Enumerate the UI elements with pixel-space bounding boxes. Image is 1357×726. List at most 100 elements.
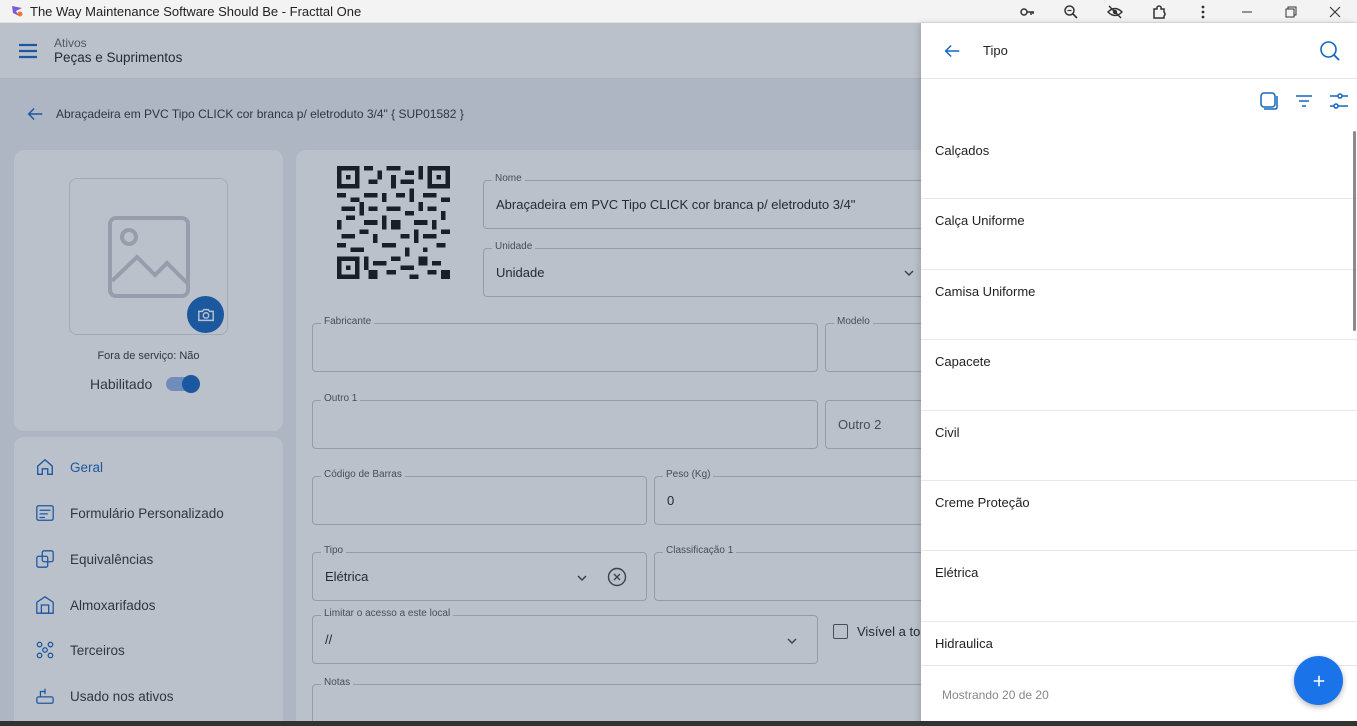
field-placeholder: Outro 2 (838, 417, 882, 432)
enabled-toggle[interactable] (166, 375, 201, 393)
field-label: Limitar o acesso a este local (321, 608, 454, 619)
camera-button[interactable] (187, 296, 224, 333)
field-label: Tipo (321, 545, 347, 556)
menu-item-label: Geral (70, 459, 104, 475)
select-all-icon[interactable] (1259, 91, 1279, 111)
zoom-icon[interactable] (1049, 0, 1093, 23)
unidade-select[interactable]: Unidade Unidade (483, 241, 921, 297)
outro1-field[interactable]: Outro 1 (312, 393, 818, 449)
list-item[interactable]: Hidraulica (921, 622, 1357, 665)
tipo-selector-panel: Tipo Calçados Calça Uniforme Camisa Unif… (921, 23, 1357, 726)
menu-item-label: Almoxarifados (70, 597, 156, 613)
menu-item-terceiros[interactable]: Terceiros (34, 639, 125, 661)
results-count: Mostrando 20 de 20 (942, 688, 1049, 702)
codigo-barras-field[interactable]: Código de Barras (312, 469, 647, 525)
filter-icon[interactable] (1294, 91, 1314, 111)
limitar-acesso-select[interactable]: Limitar o acesso a este local // (312, 608, 818, 664)
clear-icon[interactable] (607, 567, 627, 587)
field-label: Outro 1 (321, 393, 361, 404)
chevron-down-icon (577, 575, 587, 582)
breadcrumb: Abraçadeira em PVC Tipo CLICK cor branca… (24, 103, 464, 125)
field-label: Modelo (834, 316, 873, 327)
back-arrow-icon[interactable] (24, 103, 46, 125)
search-icon[interactable] (1319, 40, 1341, 62)
menu-item-equivalencias[interactable]: Equivalências (34, 548, 153, 570)
menu-item-geral[interactable]: Geral (34, 456, 103, 478)
field-value: // (325, 632, 333, 647)
extension-icon[interactable] (1137, 0, 1181, 23)
nome-field[interactable]: Nome Abraçadeira em PVC Tipo CLICK cor b… (483, 173, 921, 229)
form-icon (34, 502, 56, 524)
chevron-down-icon (787, 638, 797, 645)
menu-item-label: Usado nos ativos (70, 688, 174, 704)
list-item[interactable]: Civil (921, 411, 1357, 481)
panel-title: Tipo (983, 43, 1008, 58)
peso-field[interactable]: Peso (Kg) 0 (654, 469, 921, 525)
field-value: Elétrica (325, 569, 369, 584)
field-label: Fabricante (321, 316, 375, 327)
equivalence-icon (34, 548, 56, 570)
side-menu-card: Geral Formulário Personalizado Equivalên… (14, 437, 283, 726)
field-value: 0 (667, 493, 675, 508)
chevron-down-icon (904, 270, 914, 277)
more-icon[interactable] (1181, 0, 1225, 23)
tipo-list: Calçados Calça Uniforme Camisa Uniforme … (921, 129, 1357, 665)
minimize-icon[interactable] (1225, 0, 1269, 23)
field-label: Código de Barras (321, 469, 405, 480)
panel-header: Tipo (921, 23, 1357, 79)
menu-item-formulario[interactable]: Formulário Personalizado (34, 502, 224, 524)
field-label: Notas (321, 677, 354, 688)
eye-off-icon[interactable] (1093, 0, 1137, 23)
restore-icon[interactable] (1269, 0, 1313, 23)
form-card: Nome Abraçadeira em PVC Tipo CLICK cor b… (296, 150, 921, 726)
app-header: Ativos Peças e Suprimentos (0, 23, 921, 79)
menu-item-label: Equivalências (70, 551, 154, 567)
field-label: Peso (Kg) (663, 469, 714, 480)
checkbox-box[interactable] (833, 624, 848, 639)
tune-icon[interactable] (1329, 91, 1349, 111)
header-title: Peças e Suprimentos (54, 49, 183, 65)
close-icon[interactable] (1313, 0, 1357, 23)
plus-icon (1313, 675, 1324, 686)
fabricante-field[interactable]: Fabricante (312, 316, 818, 372)
add-button[interactable] (1294, 656, 1343, 705)
assets-icon (34, 685, 56, 707)
warehouse-icon (34, 594, 56, 616)
list-item[interactable]: Camisa Uniforme (921, 270, 1357, 341)
tipo-select[interactable]: Tipo Elétrica (312, 545, 647, 601)
field-label: Nome (492, 173, 525, 184)
home-icon (34, 456, 56, 478)
list-item[interactable]: Calçados (921, 129, 1357, 200)
field-label: Unidade (492, 241, 536, 252)
notas-field[interactable]: Notas (312, 677, 921, 726)
list-item[interactable]: Elétrica (921, 551, 1357, 622)
classificacao1-field[interactable]: Classificação 1 (654, 545, 921, 601)
list-item[interactable]: Capacete (921, 340, 1357, 411)
checkbox-label: Visível a to (857, 624, 921, 639)
third-parties-icon (34, 639, 56, 661)
back-arrow-icon[interactable] (941, 40, 963, 62)
enabled-label: Habilitado (90, 376, 153, 392)
menu-item-label: Formulário Personalizado (70, 505, 224, 521)
field-value: Abraçadeira em PVC Tipo CLICK cor branca… (496, 197, 856, 212)
modelo-field[interactable]: Modelo (825, 316, 921, 372)
qr-code (337, 166, 450, 279)
visivel-checkbox[interactable]: Visível a to (833, 624, 920, 639)
app-logo-icon (12, 6, 23, 17)
list-scrollbar[interactable] (1353, 131, 1356, 331)
photo-card: Fora de serviço: Não Habilitado (14, 150, 283, 431)
list-item[interactable]: Creme Proteção (921, 481, 1357, 552)
window-titlebar: The Way Maintenance Software Should Be -… (0, 0, 1357, 23)
hamburger-menu-icon[interactable] (16, 39, 40, 63)
key-icon[interactable] (1005, 0, 1049, 23)
taskbar-strip (0, 721, 1357, 726)
menu-item-label: Terceiros (70, 642, 125, 658)
menu-item-usado-nos-ativos[interactable]: Usado nos ativos (34, 685, 174, 707)
image-icon (107, 215, 190, 298)
panel-footer: Mostrando 20 de 20 (921, 665, 1357, 726)
field-label: Classificação 1 (663, 545, 737, 556)
outro2-field[interactable]: Outro 2 (825, 400, 921, 449)
field-value: Unidade (496, 265, 545, 280)
list-item[interactable]: Calça Uniforme (921, 199, 1357, 270)
menu-item-almoxarifados[interactable]: Almoxarifados (34, 594, 156, 616)
